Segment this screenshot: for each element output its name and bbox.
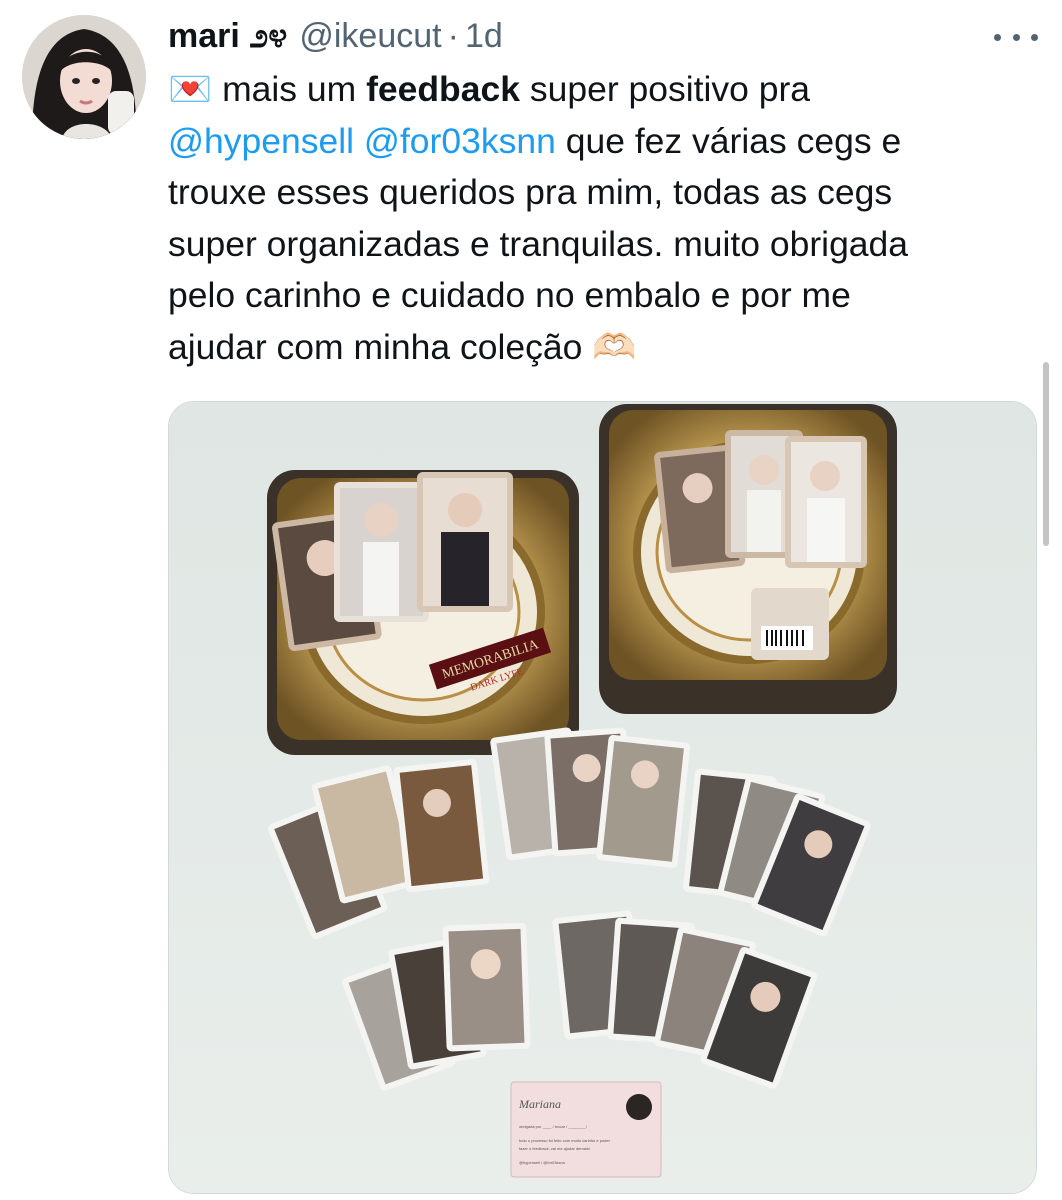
user-handle[interactable]: @ikeucut — [299, 17, 441, 56]
svg-text:obrigada por ____ / trocar / _: obrigada por ____ / trocar / ________! — [519, 1124, 587, 1129]
tweet-line: trouxe esses queridos pra mim, todas as … — [168, 172, 893, 212]
love-letter-icon: 💌 — [168, 69, 213, 109]
heart-hands-icon: 🫶🏻 — [592, 326, 637, 367]
timestamp[interactable]: 1d — [465, 17, 503, 56]
thank-you-note: Mariana obrigada por ____ / trocar / ___… — [510, 1081, 662, 1178]
svg-text:@hypensell / @for03ksnn: @hypensell / @for03ksnn — [519, 1160, 565, 1165]
svg-text:tudo o processo foi feito com: tudo o processo foi feito com muito cari… — [519, 1138, 611, 1143]
tweet-photo[interactable]: MEMORABILIA DARK LYFE Mariana obrigada p… — [168, 401, 1037, 1194]
display-name[interactable]: mari ೨೪ — [168, 17, 287, 56]
tweet: mari ೨೪ @ikeucut · 1d 💌 mais um feedback… — [0, 0, 1062, 1200]
scrollbar[interactable] — [1043, 362, 1049, 546]
photo-collection-image: MEMORABILIA DARK LYFE Mariana obrigada p… — [169, 402, 1036, 1193]
more-options-icon[interactable] — [994, 22, 1038, 52]
tweet-line: ajudar com minha coleção 🫶🏻 — [168, 326, 637, 367]
avatar[interactable] — [22, 15, 146, 139]
mention-hypensell[interactable]: @hypensell — [168, 121, 354, 161]
tweet-line: 💌 mais um feedback super positivo pra — [168, 69, 811, 109]
mention-for03ksnn[interactable]: @for03ksnn — [364, 121, 556, 161]
tweet-line: @hypensell @for03ksnn que fez várias ceg… — [168, 120, 902, 161]
tweet-text: 💌 mais um feedback super positivo pra @h… — [168, 64, 1038, 373]
photocard-group-top-middle — [490, 727, 690, 868]
svg-text:fazer o feedback, vai me ajuda: fazer o feedback, vai me ajudar demais! — [519, 1146, 590, 1151]
tweet-line: pelo carinho e cuidado no embalo e por m… — [168, 275, 851, 315]
tweet-header: mari ೨೪ @ikeucut · 1d — [168, 14, 503, 58]
avatar-photo — [22, 15, 146, 139]
left-tin: MEMORABILIA DARK LYFE — [267, 470, 579, 755]
bold-text: feedback — [366, 69, 520, 109]
tweet-line: super organizadas e tranquilas. muito ob… — [168, 223, 909, 264]
note-title: Mariana — [518, 1097, 561, 1111]
right-tin — [599, 404, 897, 714]
separator-dot: · — [447, 16, 459, 55]
